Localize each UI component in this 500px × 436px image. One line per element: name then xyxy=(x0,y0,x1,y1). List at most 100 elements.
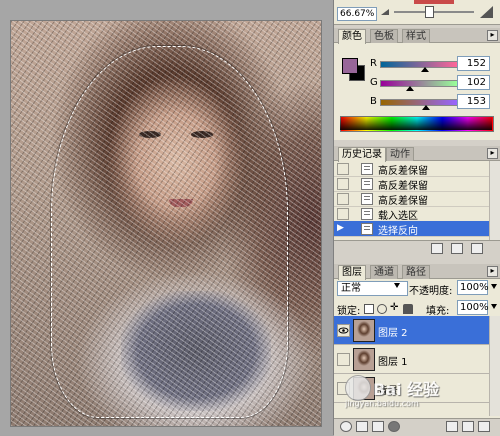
history-item-label: 高反差保留 xyxy=(378,166,428,177)
tab-channels[interactable]: 通道 xyxy=(370,265,398,279)
history-state-icon xyxy=(361,163,373,175)
tab-color[interactable]: 颜色 xyxy=(338,29,366,44)
lock-all-icon[interactable] xyxy=(403,304,413,314)
blue-channel-caret[interactable] xyxy=(421,105,430,110)
lock-label: 锁定: xyxy=(337,306,361,317)
blue-channel-label: B xyxy=(370,96,377,107)
create-snapshot-icon[interactable] xyxy=(451,243,463,254)
tab-actions[interactable]: 动作 xyxy=(386,147,414,161)
history-item[interactable]: 高反差保留 xyxy=(334,191,489,207)
watermark-url: jingyan.baidu.com xyxy=(345,399,419,408)
green-channel-value[interactable]: 102 xyxy=(457,75,490,90)
document-canvas-area[interactable] xyxy=(0,0,333,435)
zoom-out-icon[interactable] xyxy=(380,6,390,16)
zoom-slider-thumb[interactable] xyxy=(424,6,434,18)
baidu-paw-logo-icon xyxy=(345,375,371,401)
tab-history[interactable]: 历史记录 xyxy=(338,147,386,162)
zoom-slider-track[interactable] xyxy=(394,11,474,13)
fill-field[interactable]: 100% xyxy=(457,300,489,315)
trash-icon[interactable] xyxy=(478,421,490,432)
baidu-jingyan-watermark: Bai 经验 jingyan.baidu.com xyxy=(345,373,495,408)
watermark-brand-text: Bai 经验 xyxy=(373,380,440,399)
history-brush-source-checkbox[interactable] xyxy=(337,193,349,205)
history-brush-source-checkbox[interactable] xyxy=(337,208,349,220)
tab-styles[interactable]: 样式 xyxy=(402,29,430,43)
layer-row-selected[interactable]: 图层 2 xyxy=(334,316,489,345)
link-layers-icon[interactable] xyxy=(340,421,352,432)
history-item[interactable]: 高反差保留 xyxy=(334,161,489,177)
new-group-icon[interactable] xyxy=(446,421,458,432)
lock-pixels-icon[interactable] xyxy=(377,304,387,314)
new-layer-icon[interactable] xyxy=(462,421,474,432)
color-panel-header: 颜色 色板 样式 ▸ xyxy=(334,28,500,44)
history-item-label: 高反差保留 xyxy=(378,196,428,207)
history-state-icon xyxy=(361,178,373,190)
navigator-panel: 66.67% xyxy=(334,0,500,25)
red-channel-value[interactable]: 152 xyxy=(457,56,490,71)
blend-mode-dropdown-icon[interactable] xyxy=(394,283,400,288)
color-spectrum-shade xyxy=(340,116,492,130)
layer-thumbnail xyxy=(353,348,375,371)
green-channel-slider[interactable] xyxy=(380,80,458,87)
eye-icon-glyph xyxy=(338,327,349,334)
tab-paths[interactable]: 路径 xyxy=(402,265,430,279)
panel-menu-icon[interactable]: ▸ xyxy=(487,148,498,159)
color-panel: 颜色 色板 样式 ▸ R 152 G 102 B 153 xyxy=(334,28,500,140)
history-item-label: 选择反向 xyxy=(378,226,418,237)
layer-name[interactable]: 图层 1 xyxy=(378,353,408,368)
history-scrollbar[interactable] xyxy=(489,161,500,240)
history-brush-source-checkbox[interactable] xyxy=(337,163,349,175)
lock-position-icon[interactable]: ✛ xyxy=(390,303,398,313)
zoom-in-icon[interactable] xyxy=(480,5,494,19)
green-channel-caret[interactable] xyxy=(406,86,415,91)
history-item-label: 高反差保留 xyxy=(378,181,428,192)
new-document-from-state-icon[interactable] xyxy=(431,243,443,254)
foreground-color-swatch[interactable] xyxy=(342,58,358,74)
tab-layers[interactable]: 图层 xyxy=(338,265,366,280)
layer-thumbnail xyxy=(353,319,375,342)
trash-icon[interactable] xyxy=(471,243,483,254)
history-item-label: 载入选区 xyxy=(378,211,418,222)
fill-label: 填充: xyxy=(426,306,450,317)
navigator-preview-edge xyxy=(414,0,454,4)
layers-panel-header: 图层 通道 路径 ▸ xyxy=(334,264,500,280)
history-footer-toolbar xyxy=(334,240,500,255)
selection-marquee xyxy=(51,46,288,418)
layer-style-icon[interactable] xyxy=(356,421,368,432)
opacity-dropdown-icon[interactable] xyxy=(491,284,497,289)
fill-dropdown-icon[interactable] xyxy=(491,304,497,309)
blue-channel-value[interactable]: 153 xyxy=(457,94,490,109)
red-channel-label: R xyxy=(370,58,377,69)
history-item-selected[interactable]: ▶ 选择反向 xyxy=(334,221,489,237)
history-panel-header: 历史记录 动作 ▸ xyxy=(334,146,500,162)
panels-dock: 66.67% 颜色 色板 样式 ▸ R 152 G 102 B 153 历史记录… xyxy=(333,0,500,436)
history-state-icon xyxy=(361,208,373,220)
history-brush-source-checkbox[interactable] xyxy=(337,178,349,190)
history-current-state-arrow-icon: ▶ xyxy=(337,223,344,233)
green-channel-label: G xyxy=(370,77,378,88)
add-mask-icon[interactable] xyxy=(372,421,384,432)
adjustment-layer-icon[interactable] xyxy=(388,421,400,432)
zoom-field[interactable]: 66.67% xyxy=(337,7,377,21)
eye-icon[interactable] xyxy=(337,324,350,337)
history-state-icon xyxy=(361,193,373,205)
history-panel: 历史记录 动作 ▸ 高反差保留 高反差保留 高反差保留 载入选区 ▶ 选择反向 xyxy=(334,146,500,255)
opacity-field[interactable]: 100% xyxy=(457,280,489,295)
visibility-toggle[interactable] xyxy=(337,353,350,366)
lock-transparency-icon[interactable] xyxy=(364,304,374,314)
history-state-icon xyxy=(361,223,373,235)
red-channel-caret[interactable] xyxy=(421,67,430,72)
history-item[interactable]: 高反差保留 xyxy=(334,176,489,192)
layers-panel: 图层 通道 路径 ▸ 正常 不透明度: 100% 锁定: ✛ 填充: 100% … xyxy=(334,264,500,436)
layer-name[interactable]: 图层 2 xyxy=(378,324,408,339)
photo-canvas[interactable] xyxy=(10,20,322,427)
layers-footer-toolbar xyxy=(334,418,500,436)
opacity-label: 不透明度: xyxy=(409,286,453,297)
red-channel-slider[interactable] xyxy=(380,61,458,68)
layer-row[interactable]: 图层 1 xyxy=(334,345,489,374)
panel-menu-icon[interactable]: ▸ xyxy=(487,30,498,41)
panel-menu-icon[interactable]: ▸ xyxy=(487,266,498,277)
blue-channel-slider[interactable] xyxy=(380,99,458,106)
history-item[interactable]: 载入选区 xyxy=(334,206,489,222)
tab-swatches[interactable]: 色板 xyxy=(370,29,398,43)
